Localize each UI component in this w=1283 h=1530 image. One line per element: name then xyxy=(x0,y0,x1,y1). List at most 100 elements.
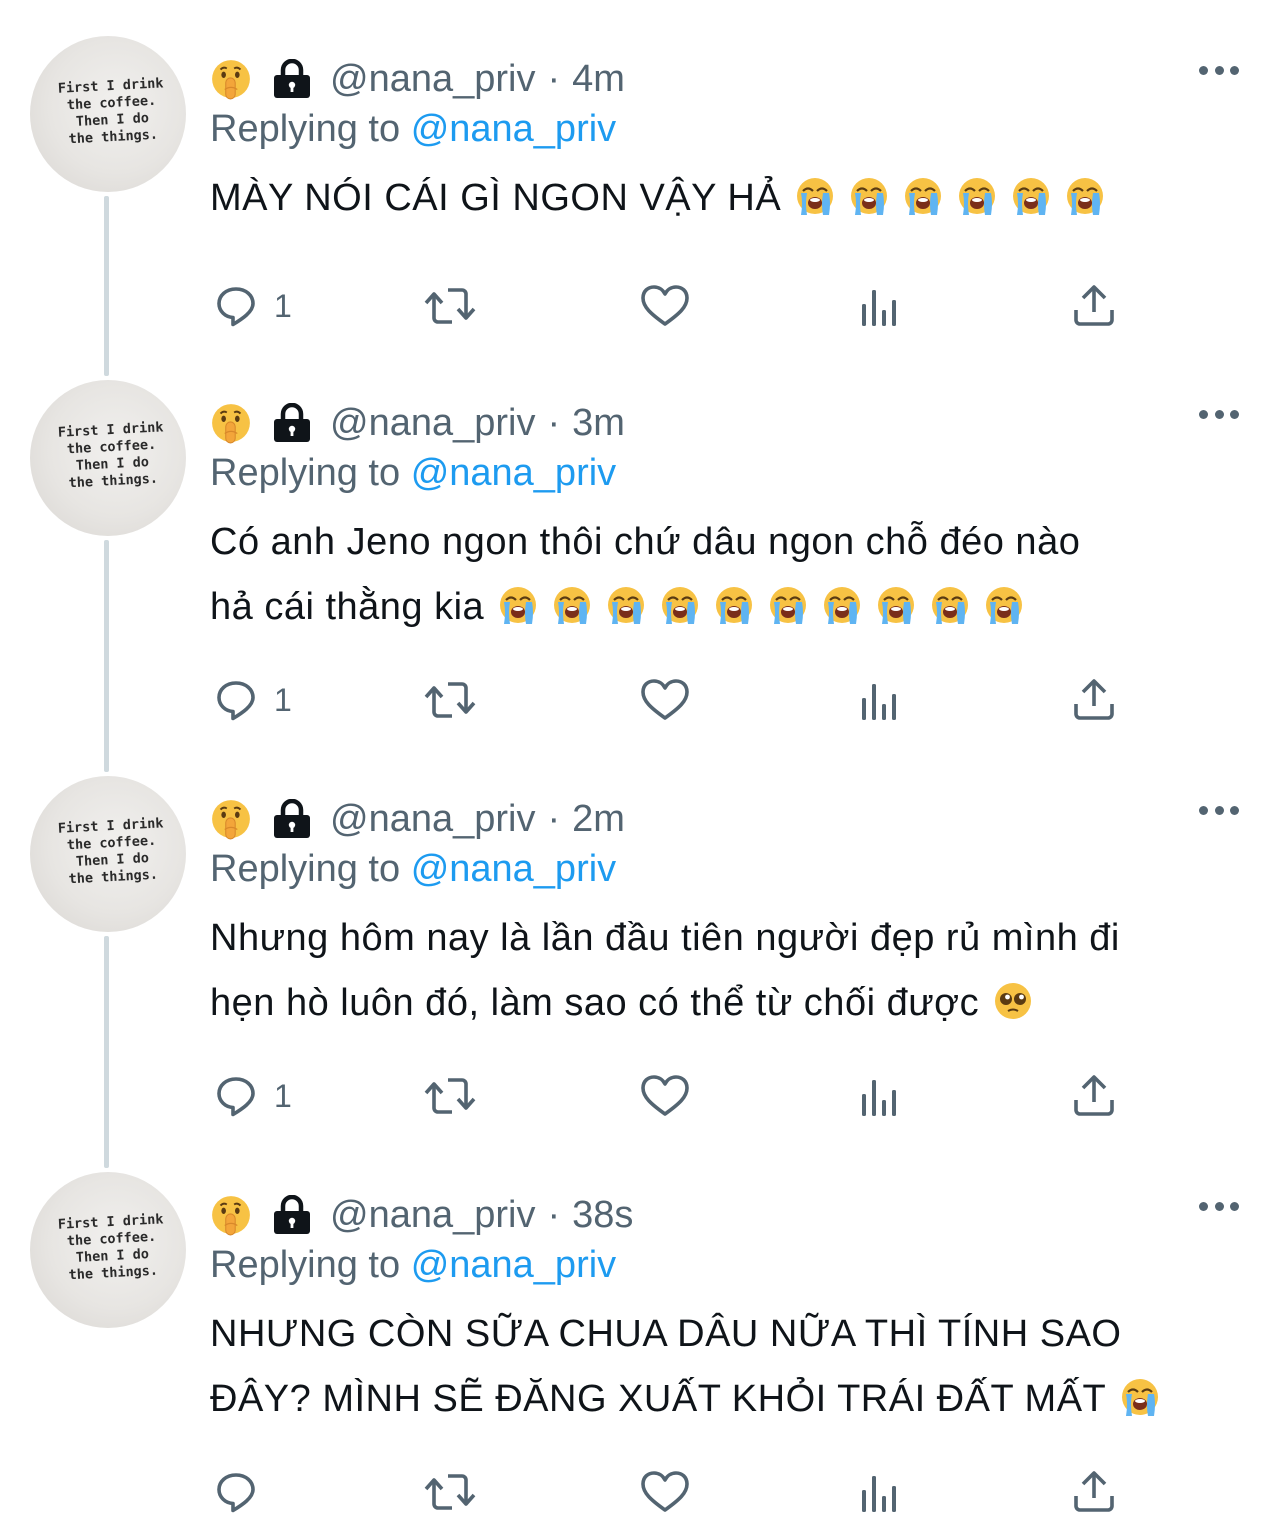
crying-face-emoji xyxy=(1011,172,1051,215)
analytics-button[interactable] xyxy=(858,1076,902,1120)
tweet-text-line: NHƯNG CÒN SỮA CHUA DÂU NỮA THÌ TÍNH SAO xyxy=(210,1302,1250,1367)
tweet-text-line: Có anh Jeno ngon thôi chứ dâu ngon chỗ đ… xyxy=(210,510,1250,575)
more-icon[interactable] xyxy=(1199,408,1239,420)
tweet-text: hẹn hò luôn đó, làm sao có thể từ chối đ… xyxy=(210,982,980,1024)
replying-label: Replying to xyxy=(210,848,401,890)
reply-count: 1 xyxy=(274,287,292,324)
reply-icon xyxy=(212,1468,260,1516)
user-handle[interactable]: @nana_priv xyxy=(330,402,535,445)
user-handle[interactable]: @nana_priv xyxy=(330,58,535,101)
share-button[interactable] xyxy=(1070,282,1118,330)
avatar[interactable]: First I drink the coffee. Then I do the … xyxy=(30,36,186,192)
avatar-caption: First I drink the coffee. Then I do the … xyxy=(57,419,164,492)
separator-dot: · xyxy=(547,1193,561,1236)
user-handle[interactable]: @nana_priv xyxy=(330,798,535,841)
avatar-caption: First I drink the coffee. Then I do the … xyxy=(57,75,164,148)
mention-link[interactable]: @nana_priv xyxy=(411,1244,616,1286)
tweet-body: NHƯNG CÒN SỮA CHUA DÂU NỮA THÌ TÍNH SAO Đ… xyxy=(210,1302,1250,1432)
like-button[interactable] xyxy=(639,282,691,330)
lock-icon xyxy=(270,1194,314,1235)
tweet-text-line: hả cái thằng kia xyxy=(210,575,1250,640)
separator-dot: · xyxy=(547,401,561,444)
retweet-button[interactable] xyxy=(420,1468,480,1516)
reply-button[interactable]: 1 xyxy=(212,676,292,724)
tweet-text-line: hẹn hò luôn đó, làm sao có thể từ chối đ… xyxy=(210,971,1250,1036)
crying-face-emoji xyxy=(1120,1373,1160,1416)
replying-to: Replying to @nana_priv xyxy=(210,848,616,891)
avatar[interactable]: First I drink the coffee. Then I do the … xyxy=(30,380,186,536)
timestamp[interactable]: 4m xyxy=(572,58,625,101)
retweet-button[interactable] xyxy=(420,676,480,724)
share-icon xyxy=(1070,676,1118,724)
share-button[interactable] xyxy=(1070,1072,1118,1120)
reply-icon xyxy=(212,1072,260,1120)
like-button[interactable] xyxy=(639,676,691,724)
tweet-header: @nana_priv · 2m xyxy=(210,794,625,844)
shushing-face-emoji xyxy=(210,1194,252,1236)
timestamp[interactable]: 3m xyxy=(572,402,625,445)
more-icon[interactable] xyxy=(1199,1200,1239,1212)
more-icon[interactable] xyxy=(1199,64,1239,76)
reply-button[interactable] xyxy=(212,1468,274,1516)
avatar[interactable]: First I drink the coffee. Then I do the … xyxy=(30,776,186,932)
crying-face-emoji xyxy=(876,581,916,624)
crying-face-emoji xyxy=(849,172,889,215)
analytics-button[interactable] xyxy=(858,680,902,724)
reply-button[interactable]: 1 xyxy=(212,1072,292,1120)
crying-face-emoji xyxy=(1065,172,1105,215)
avatar[interactable]: First I drink the coffee. Then I do the … xyxy=(30,1172,186,1328)
reply-icon xyxy=(212,282,260,330)
mention-link[interactable]: @nana_priv xyxy=(411,452,616,494)
tweet-text: ĐÂY? MÌNH SẼ ĐĂNG XUẤT KHỎI TRÁI ĐẤT MẤT xyxy=(210,1378,1107,1420)
reply-count: 1 xyxy=(274,681,292,718)
like-button[interactable] xyxy=(639,1468,691,1516)
crying-face-emoji xyxy=(822,581,862,624)
shushing-face-emoji xyxy=(210,798,252,840)
replying-to: Replying to @nana_priv xyxy=(210,452,616,495)
analytics-button[interactable] xyxy=(858,286,902,330)
tweet-body: MÀY NÓI CÁI GÌ NGON VẬY HẢ xyxy=(210,166,1250,231)
share-icon xyxy=(1070,282,1118,330)
more-icon[interactable] xyxy=(1199,804,1239,816)
crying-face-emoji xyxy=(930,581,970,624)
like-button[interactable] xyxy=(639,1072,691,1120)
crying-face-emoji xyxy=(606,581,646,624)
like-icon xyxy=(639,1072,691,1120)
replying-label: Replying to xyxy=(210,1244,401,1286)
tweet-body: Có anh Jeno ngon thôi chứ dâu ngon chỗ đ… xyxy=(210,510,1250,640)
action-bar: 1 xyxy=(0,280,1283,340)
share-button[interactable] xyxy=(1070,1468,1118,1516)
like-icon xyxy=(639,676,691,724)
like-icon xyxy=(639,282,691,330)
reply-button[interactable]: 1 xyxy=(212,282,292,330)
tweet-text-line: Nhưng hôm nay là lần đầu tiên người đẹp … xyxy=(210,906,1250,971)
tweet-text: Nhưng hôm nay là lần đầu tiên người đẹp … xyxy=(210,917,1120,959)
crying-face-emoji xyxy=(552,581,592,624)
tweet-header: @nana_priv · 3m xyxy=(210,398,625,448)
avatar-caption: First I drink the coffee. Then I do the … xyxy=(57,1211,164,1284)
shushing-face-emoji xyxy=(210,402,252,444)
tweet-header: @nana_priv · 38s xyxy=(210,1190,633,1240)
mention-link[interactable]: @nana_priv xyxy=(411,108,616,150)
lock-icon xyxy=(270,798,314,839)
retweet-icon xyxy=(420,1072,480,1120)
retweet-icon xyxy=(420,282,480,330)
retweet-button[interactable] xyxy=(420,282,480,330)
share-button[interactable] xyxy=(1070,676,1118,724)
timestamp[interactable]: 38s xyxy=(572,1194,633,1237)
retweet-button[interactable] xyxy=(420,1072,480,1120)
thread-connector xyxy=(104,936,109,1168)
tweet-header: @nana_priv · 4m xyxy=(210,54,625,104)
mention-link[interactable]: @nana_priv xyxy=(411,848,616,890)
tweet-text-line: MÀY NÓI CÁI GÌ NGON VẬY HẢ xyxy=(210,166,1250,231)
analytics-icon xyxy=(858,286,902,330)
timestamp[interactable]: 2m xyxy=(572,798,625,841)
share-icon xyxy=(1070,1072,1118,1120)
share-icon xyxy=(1070,1468,1118,1516)
user-handle[interactable]: @nana_priv xyxy=(330,1194,535,1237)
analytics-button[interactable] xyxy=(858,1472,902,1516)
replying-label: Replying to xyxy=(210,108,401,150)
tweet-body: Nhưng hôm nay là lần đầu tiên người đẹp … xyxy=(210,906,1250,1036)
tweet-text: hả cái thằng kia xyxy=(210,586,485,628)
tweet-text-line: ĐÂY? MÌNH SẼ ĐĂNG XUẤT KHỎI TRÁI ĐẤT MẤT xyxy=(210,1367,1250,1432)
